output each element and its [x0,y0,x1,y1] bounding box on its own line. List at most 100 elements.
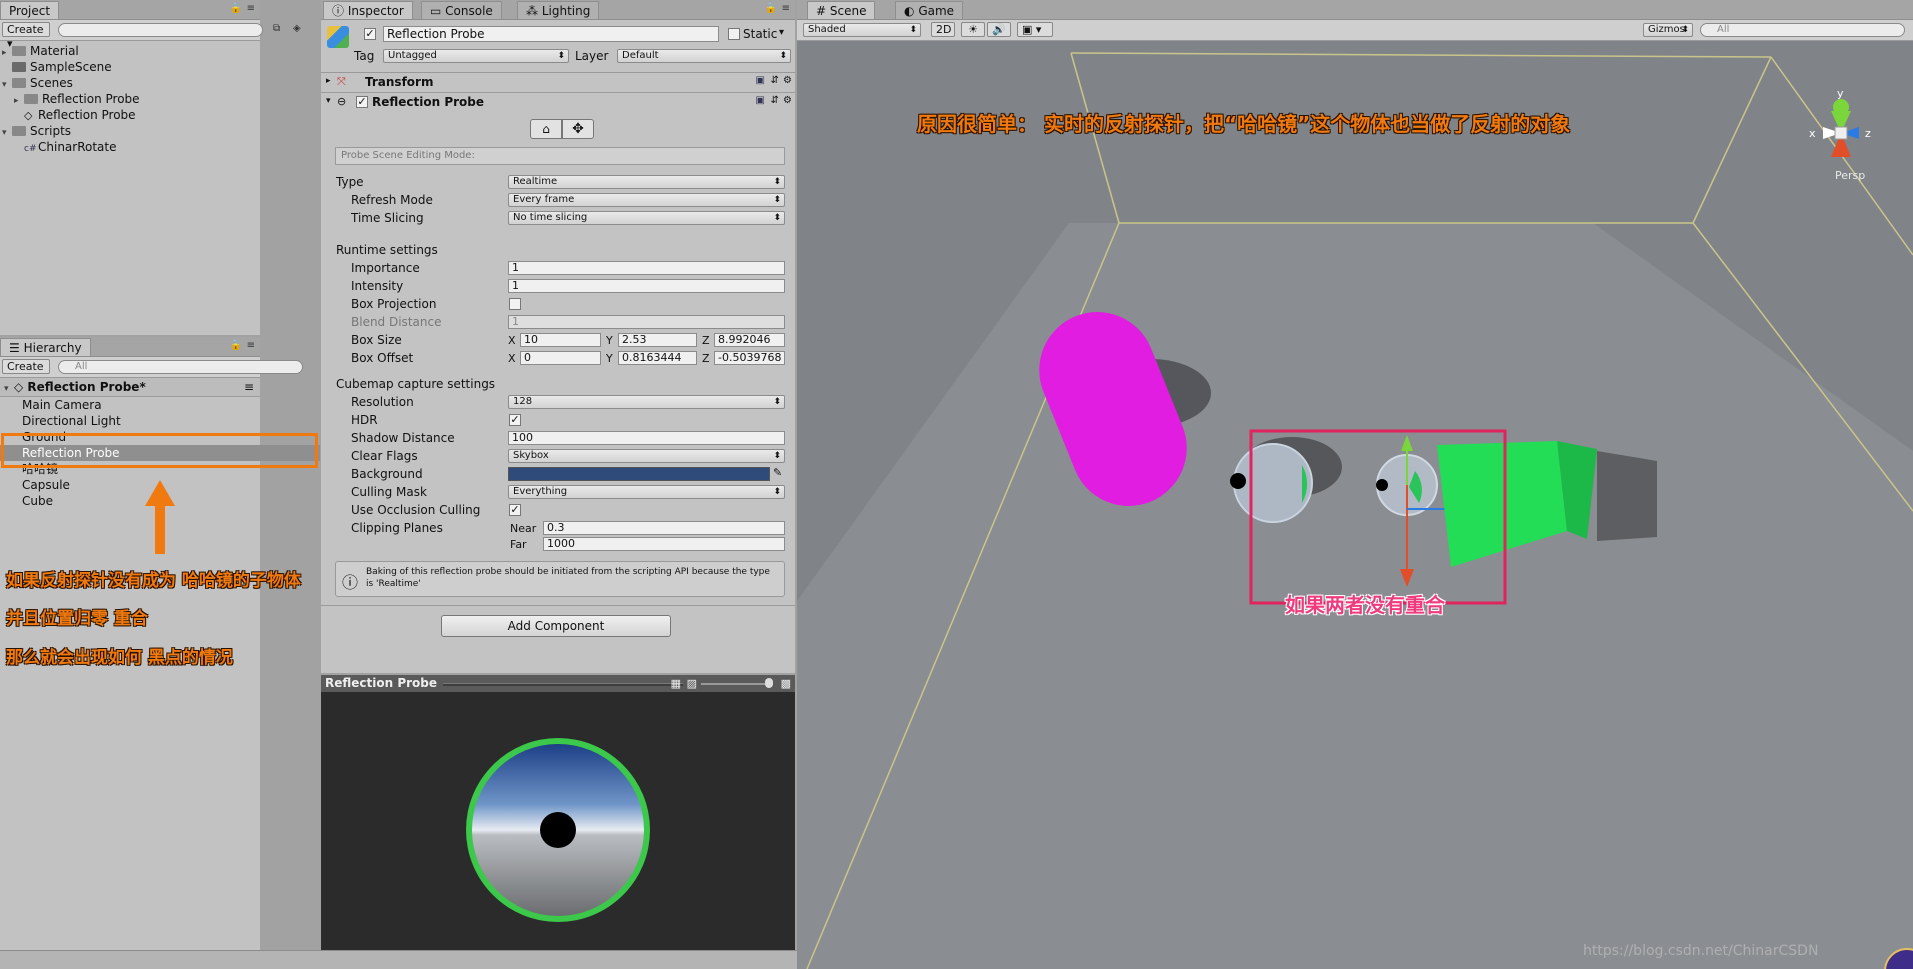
occlusion-culling-checkbox[interactable]: ✓ [509,504,521,516]
lock-icon[interactable]: 🔒 [230,340,242,351]
menu-icon[interactable]: ≡ [247,340,255,351]
eyedropper-icon[interactable]: ✎ [773,466,782,479]
box-size-z-field[interactable]: 8.992046 [714,333,785,347]
type-dropdown[interactable]: Realtime [508,175,785,189]
transform-component-header[interactable]: ▸ ⤧ Transform ▣ ⇵ ⚙ [321,73,795,93]
preset-icon[interactable]: ⇵ [771,95,779,106]
shading-mode-dropdown[interactable]: Shaded [803,23,921,37]
preview-header: Reflection Probe ▦ ▨ ▩ [321,675,795,692]
preview-slider-knob[interactable] [765,678,773,688]
hierarchy-item-capsule[interactable]: Capsule [22,477,70,493]
tab-game[interactable]: ◐ Game [895,1,964,19]
preview-mip-icon[interactable]: ▨ [687,675,697,692]
hierarchy-item-directional-light[interactable]: Directional Light [22,413,121,429]
preview-exposure-slider[interactable] [701,683,771,685]
project-item-material[interactable]: ▸ Material [2,43,79,59]
hierarchy-scene-header[interactable]: ▾ ◇ Reflection Probe* ≡ [0,378,260,397]
shadow-distance-field[interactable]: 100 [508,431,785,445]
intensity-field[interactable]: 1 [508,279,785,293]
importance-field[interactable]: 1 [508,261,785,275]
lock-icon[interactable]: 🔒 [230,3,242,14]
object-name-field[interactable]: Reflection Probe [383,26,719,42]
persp-label[interactable]: Persp [1835,169,1865,182]
resolution-dropdown[interactable]: 128 [508,395,785,409]
preview-channel-icon[interactable]: ▦ [671,675,681,692]
tab-project[interactable]: Project [0,1,60,19]
tab-scene[interactable]: # Scene [807,1,876,19]
audio-toggle-button[interactable]: 🔊 [987,22,1011,37]
hdr-checkbox[interactable]: ✓ [509,414,521,426]
tab-lighting[interactable]: ⁂ Lighting [517,1,600,19]
layer-dropdown[interactable]: Default [617,49,791,63]
scene-tab-label: Scene [829,4,867,18]
project-item-chinarrotate[interactable]: c# ChinarRotate [14,139,117,155]
project-item-scenes[interactable]: ▾ Scenes [2,75,73,91]
lock-icon[interactable]: 🔒 [765,3,777,14]
component-enabled-checkbox[interactable]: ✓ [356,96,368,108]
box-offset-z-field[interactable]: -0.5039768 [714,351,785,365]
preview-alpha-icon[interactable]: ▩ [781,675,791,692]
static-dropdown-icon[interactable]: ▾ [779,27,784,38]
help-icon[interactable]: ▣ [756,75,765,86]
collapse-icon[interactable]: ▾ [2,125,12,141]
expand-icon[interactable]: ▸ [326,76,331,86]
collapse-icon[interactable]: ▾ [326,96,331,106]
project-create-button[interactable]: Create ▾ [2,22,50,50]
reflection-probe-header[interactable]: ▾ ⊖ ✓ Reflection Probe ▣ ⇵ ⚙ [321,93,795,112]
box-offset-x-field[interactable]: 0 [520,351,601,365]
menu-icon[interactable]: ≡ [247,3,255,14]
importance-label: Importance [351,261,420,275]
hierarchy-search-input[interactable]: All [58,360,303,374]
lighting-toggle-button[interactable]: ☀ [961,22,985,37]
scene-menu-icon[interactable]: ≡ [244,378,254,396]
tag-dropdown[interactable]: Untagged [383,49,569,63]
box-size-x-field[interactable]: 10 [520,333,601,347]
annotation-left-1: 如果反射探针没有成为 哈哈镜的子物体 [6,571,301,591]
move-origin-button[interactable]: ✥ [562,119,594,139]
filter-label-icon[interactable]: ◈ [293,23,301,34]
hierarchy-create-button[interactable]: Create ▾ [2,359,50,387]
clear-flags-dropdown[interactable]: Skybox [508,449,785,463]
runtime-settings-header: Runtime settings [336,243,438,257]
gear-icon[interactable]: ⚙ [783,95,792,106]
effects-dropdown[interactable]: ▣ ▾ [1017,22,1053,37]
annotation-mid: 如果两者没有重合 [1285,593,1445,617]
preset-icon[interactable]: ⇵ [771,75,779,86]
help-icon[interactable]: ▣ [756,95,765,106]
project-item-reflection-folder[interactable]: ▸ Reflection Probe [14,91,140,107]
edit-bounds-button[interactable]: ⌂ [530,119,562,139]
gear-icon[interactable]: ⚙ [783,75,792,86]
preview-drag-handle[interactable] [443,683,683,686]
tab-hierarchy[interactable]: ☰ Hierarchy [0,338,91,356]
gizmo-y-label: y [1837,87,1844,100]
background-color-swatch[interactable] [508,467,770,481]
box-size-y-field[interactable]: 2.53 [618,333,697,347]
box-offset-y-field[interactable]: 0.8163444 [618,351,697,365]
static-checkbox[interactable] [728,28,740,40]
hierarchy-scene-title: Reflection Probe* [27,380,146,394]
box-projection-checkbox[interactable] [509,298,521,310]
2d-toggle-button[interactable]: 2D [931,22,955,37]
project-item-scripts[interactable]: ▾ Scripts [2,123,71,139]
gizmos-dropdown[interactable]: Gizmos [1643,23,1693,37]
near-field[interactable]: 0.3 [543,521,785,535]
project-item-reflection-scene[interactable]: ◇ Reflection Probe [14,107,136,123]
far-field[interactable]: 1000 [543,537,785,551]
project-item-samplescene[interactable]: SampleScene [2,59,112,75]
refresh-mode-dropdown[interactable]: Every frame [508,193,785,207]
tab-console[interactable]: ▭ Console [421,1,502,19]
tab-inspector[interactable]: ⓘ Inspector [323,1,413,19]
project-search-input[interactable] [58,23,263,37]
menu-icon[interactable]: ≡ [782,3,790,14]
active-checkbox[interactable]: ✓ [364,28,376,40]
collapse-icon[interactable]: ▾ [4,380,14,398]
culling-mask-dropdown[interactable]: Everything [508,485,785,499]
add-component-button[interactable]: Add Component [441,615,671,637]
hierarchy-item-cube[interactable]: Cube [22,493,53,509]
filter-type-icon[interactable]: ⧉ [273,23,280,34]
project-item-label: Reflection Probe [42,92,140,106]
hierarchy-item-main-camera[interactable]: Main Camera [22,397,102,413]
time-slicing-dropdown[interactable]: No time slicing [508,211,785,225]
scene-search-input[interactable]: All [1700,23,1905,37]
collapse-icon[interactable]: ▾ [2,77,12,93]
